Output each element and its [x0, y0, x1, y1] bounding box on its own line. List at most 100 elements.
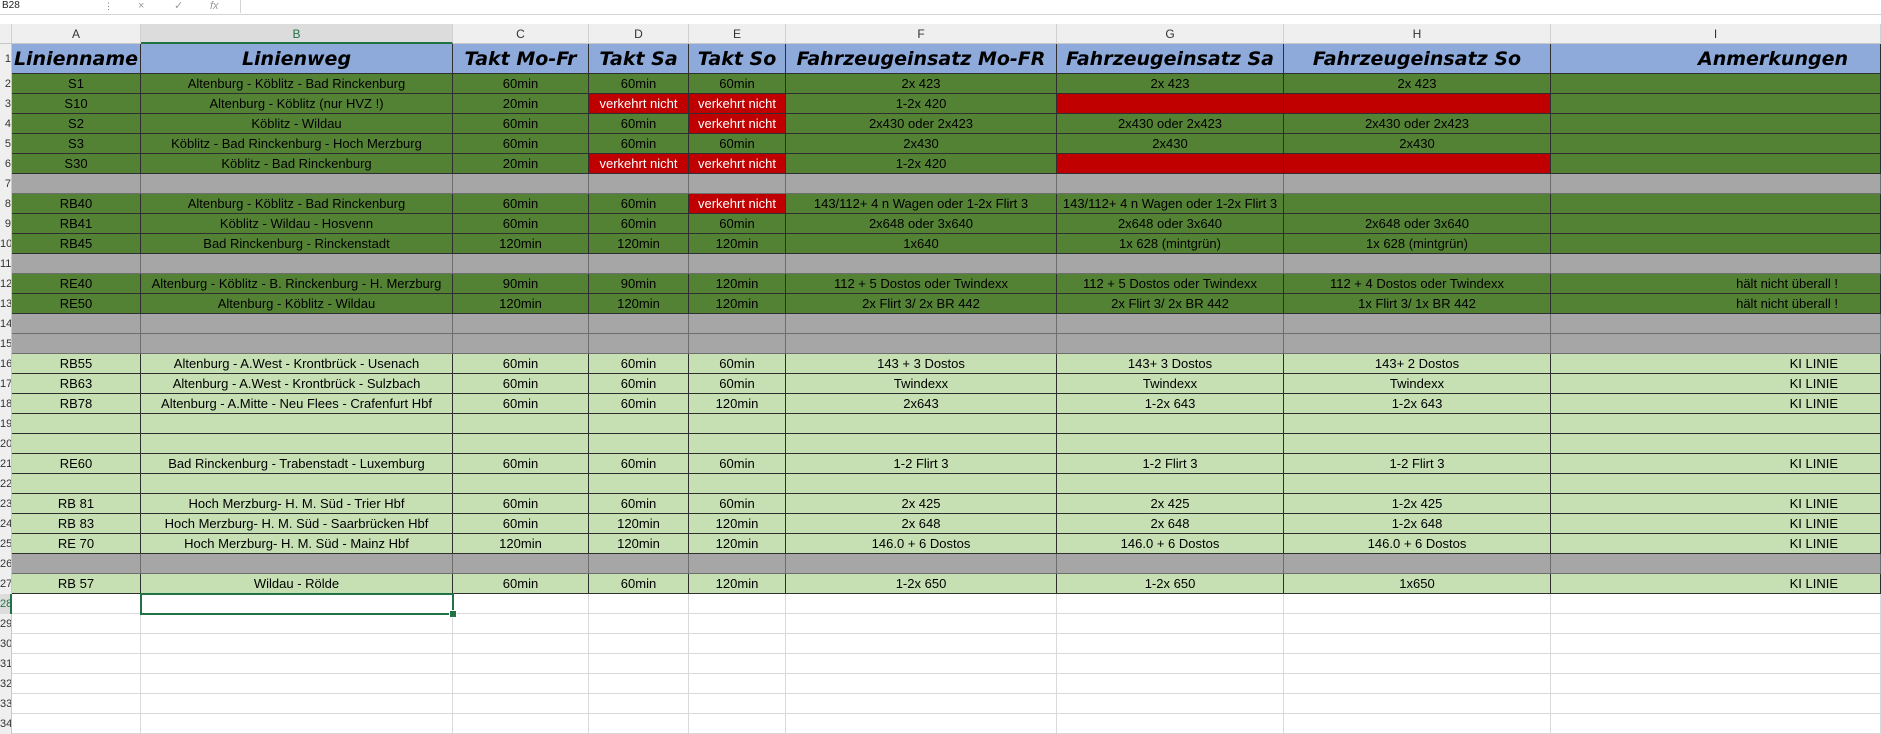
cell-g15[interactable]	[1057, 334, 1284, 354]
cell-e34[interactable]	[689, 714, 786, 734]
cell-a23[interactable]: RB 81	[12, 494, 141, 514]
cell-g31[interactable]	[1057, 654, 1284, 674]
cell-d30[interactable]	[589, 634, 689, 654]
cell-d29[interactable]	[589, 614, 689, 634]
cell-g23[interactable]: 2x 425	[1057, 494, 1284, 514]
column-title-f[interactable]: Fahrzeugeinsatz Mo-FR	[786, 44, 1057, 74]
cell-e29[interactable]	[689, 614, 786, 634]
cell-e7[interactable]	[689, 174, 786, 194]
cell-e6[interactable]: verkehrt nicht	[689, 154, 786, 174]
cell-c33[interactable]	[453, 694, 589, 714]
cell-b13[interactable]: Altenburg - Köblitz - Wildau	[141, 294, 453, 314]
cell-g11[interactable]	[1057, 254, 1284, 274]
cell-d34[interactable]	[589, 714, 689, 734]
row-header[interactable]: 26	[0, 554, 12, 574]
cell-a20[interactable]	[12, 434, 141, 454]
row-header[interactable]: 5	[0, 134, 12, 154]
column-header-i[interactable]: I	[1551, 24, 1881, 44]
cell-h16[interactable]: 143+ 2 Dostos	[1284, 354, 1551, 374]
cell-e4[interactable]: verkehrt nicht	[689, 114, 786, 134]
cell-c23[interactable]: 60min	[453, 494, 589, 514]
cell-b22[interactable]	[141, 474, 453, 494]
cancel-icon[interactable]: ×	[138, 0, 144, 12]
cell-f9[interactable]: 2x648 oder 3x640	[786, 214, 1057, 234]
row-header[interactable]: 1	[0, 44, 12, 74]
row-header[interactable]: 14	[0, 314, 12, 334]
cell-a7[interactable]	[12, 174, 141, 194]
row-header[interactable]: 7	[0, 174, 12, 194]
cell-f23[interactable]: 2x 425	[786, 494, 1057, 514]
cell-g6[interactable]	[1057, 154, 1284, 174]
row-header[interactable]: 19	[0, 414, 12, 434]
row-header[interactable]: 6	[0, 154, 12, 174]
cell-d27[interactable]: 60min	[589, 574, 689, 594]
cell-g12[interactable]: 112 + 5 Dostos oder Twindexx	[1057, 274, 1284, 294]
cell-h19[interactable]	[1284, 414, 1551, 434]
formula-input[interactable]	[240, 0, 1881, 13]
row-header[interactable]: 31	[0, 654, 12, 674]
cell-b10[interactable]: Bad Rinckenburg - Rinckenstadt	[141, 234, 453, 254]
cell-h25[interactable]: 146.0 + 6 Dostos	[1284, 534, 1551, 554]
cell-h28[interactable]	[1284, 594, 1551, 614]
cell-a30[interactable]	[12, 634, 141, 654]
cell-i24[interactable]: KI LINIE	[1551, 514, 1881, 534]
fill-handle[interactable]	[449, 610, 457, 618]
cell-f8[interactable]: 143/112+ 4 n Wagen oder 1-2x Flirt 3	[786, 194, 1057, 214]
cell-f4[interactable]: 2x430 oder 2x423	[786, 114, 1057, 134]
row-header[interactable]: 11	[0, 254, 12, 274]
cell-b4[interactable]: Köblitz - Wildau	[141, 114, 453, 134]
cell-a22[interactable]	[12, 474, 141, 494]
column-header-g[interactable]: G	[1057, 24, 1284, 44]
row-header[interactable]: 2	[0, 74, 12, 94]
cell-b12[interactable]: Altenburg - Köblitz - B. Rinckenburg - H…	[141, 274, 453, 294]
row-header[interactable]: 24	[0, 514, 12, 534]
cell-g26[interactable]	[1057, 554, 1284, 574]
cell-i28[interactable]	[1551, 594, 1881, 614]
cell-f22[interactable]	[786, 474, 1057, 494]
cell-g14[interactable]	[1057, 314, 1284, 334]
cell-a3[interactable]: S10	[12, 94, 141, 114]
cell-c18[interactable]: 60min	[453, 394, 589, 414]
cell-e14[interactable]	[689, 314, 786, 334]
cell-i3[interactable]	[1551, 94, 1881, 114]
cell-d21[interactable]: 60min	[589, 454, 689, 474]
cell-d17[interactable]: 60min	[589, 374, 689, 394]
cell-c25[interactable]: 120min	[453, 534, 589, 554]
cell-i6[interactable]	[1551, 154, 1881, 174]
cell-g19[interactable]	[1057, 414, 1284, 434]
cell-d22[interactable]	[589, 474, 689, 494]
cell-b15[interactable]	[141, 334, 453, 354]
cell-d3[interactable]: verkehrt nicht	[589, 94, 689, 114]
cell-i27[interactable]: KI LINIE	[1551, 574, 1881, 594]
cell-c2[interactable]: 60min	[453, 74, 589, 94]
cell-b21[interactable]: Bad Rinckenburg - Trabenstadt - Luxembur…	[141, 454, 453, 474]
cell-e22[interactable]	[689, 474, 786, 494]
cell-i8[interactable]	[1551, 194, 1881, 214]
cell-d32[interactable]	[589, 674, 689, 694]
cell-c10[interactable]: 120min	[453, 234, 589, 254]
cell-i9[interactable]	[1551, 214, 1881, 234]
cell-i29[interactable]	[1551, 614, 1881, 634]
cell-b31[interactable]	[141, 654, 453, 674]
cell-d24[interactable]: 120min	[589, 514, 689, 534]
row-header[interactable]: 12	[0, 274, 12, 294]
cell-h11[interactable]	[1284, 254, 1551, 274]
cell-e25[interactable]: 120min	[689, 534, 786, 554]
cell-g8[interactable]: 143/112+ 4 n Wagen oder 1-2x Flirt 3	[1057, 194, 1284, 214]
cell-b5[interactable]: Köblitz - Bad Rinckenburg - Hoch Merzbur…	[141, 134, 453, 154]
cell-d9[interactable]: 60min	[589, 214, 689, 234]
cell-e15[interactable]	[689, 334, 786, 354]
cell-c28[interactable]	[453, 594, 589, 614]
cell-e10[interactable]: 120min	[689, 234, 786, 254]
cell-g18[interactable]: 1-2x 643	[1057, 394, 1284, 414]
cell-c26[interactable]	[453, 554, 589, 574]
cell-e30[interactable]	[689, 634, 786, 654]
row-header[interactable]: 28	[0, 594, 12, 614]
column-header-b[interactable]: B	[141, 24, 453, 44]
row-header[interactable]: 17	[0, 374, 12, 394]
cell-c9[interactable]: 60min	[453, 214, 589, 234]
cell-h17[interactable]: Twindexx	[1284, 374, 1551, 394]
cell-i21[interactable]: KI LINIE	[1551, 454, 1881, 474]
cell-a11[interactable]	[12, 254, 141, 274]
cell-h34[interactable]	[1284, 714, 1551, 734]
